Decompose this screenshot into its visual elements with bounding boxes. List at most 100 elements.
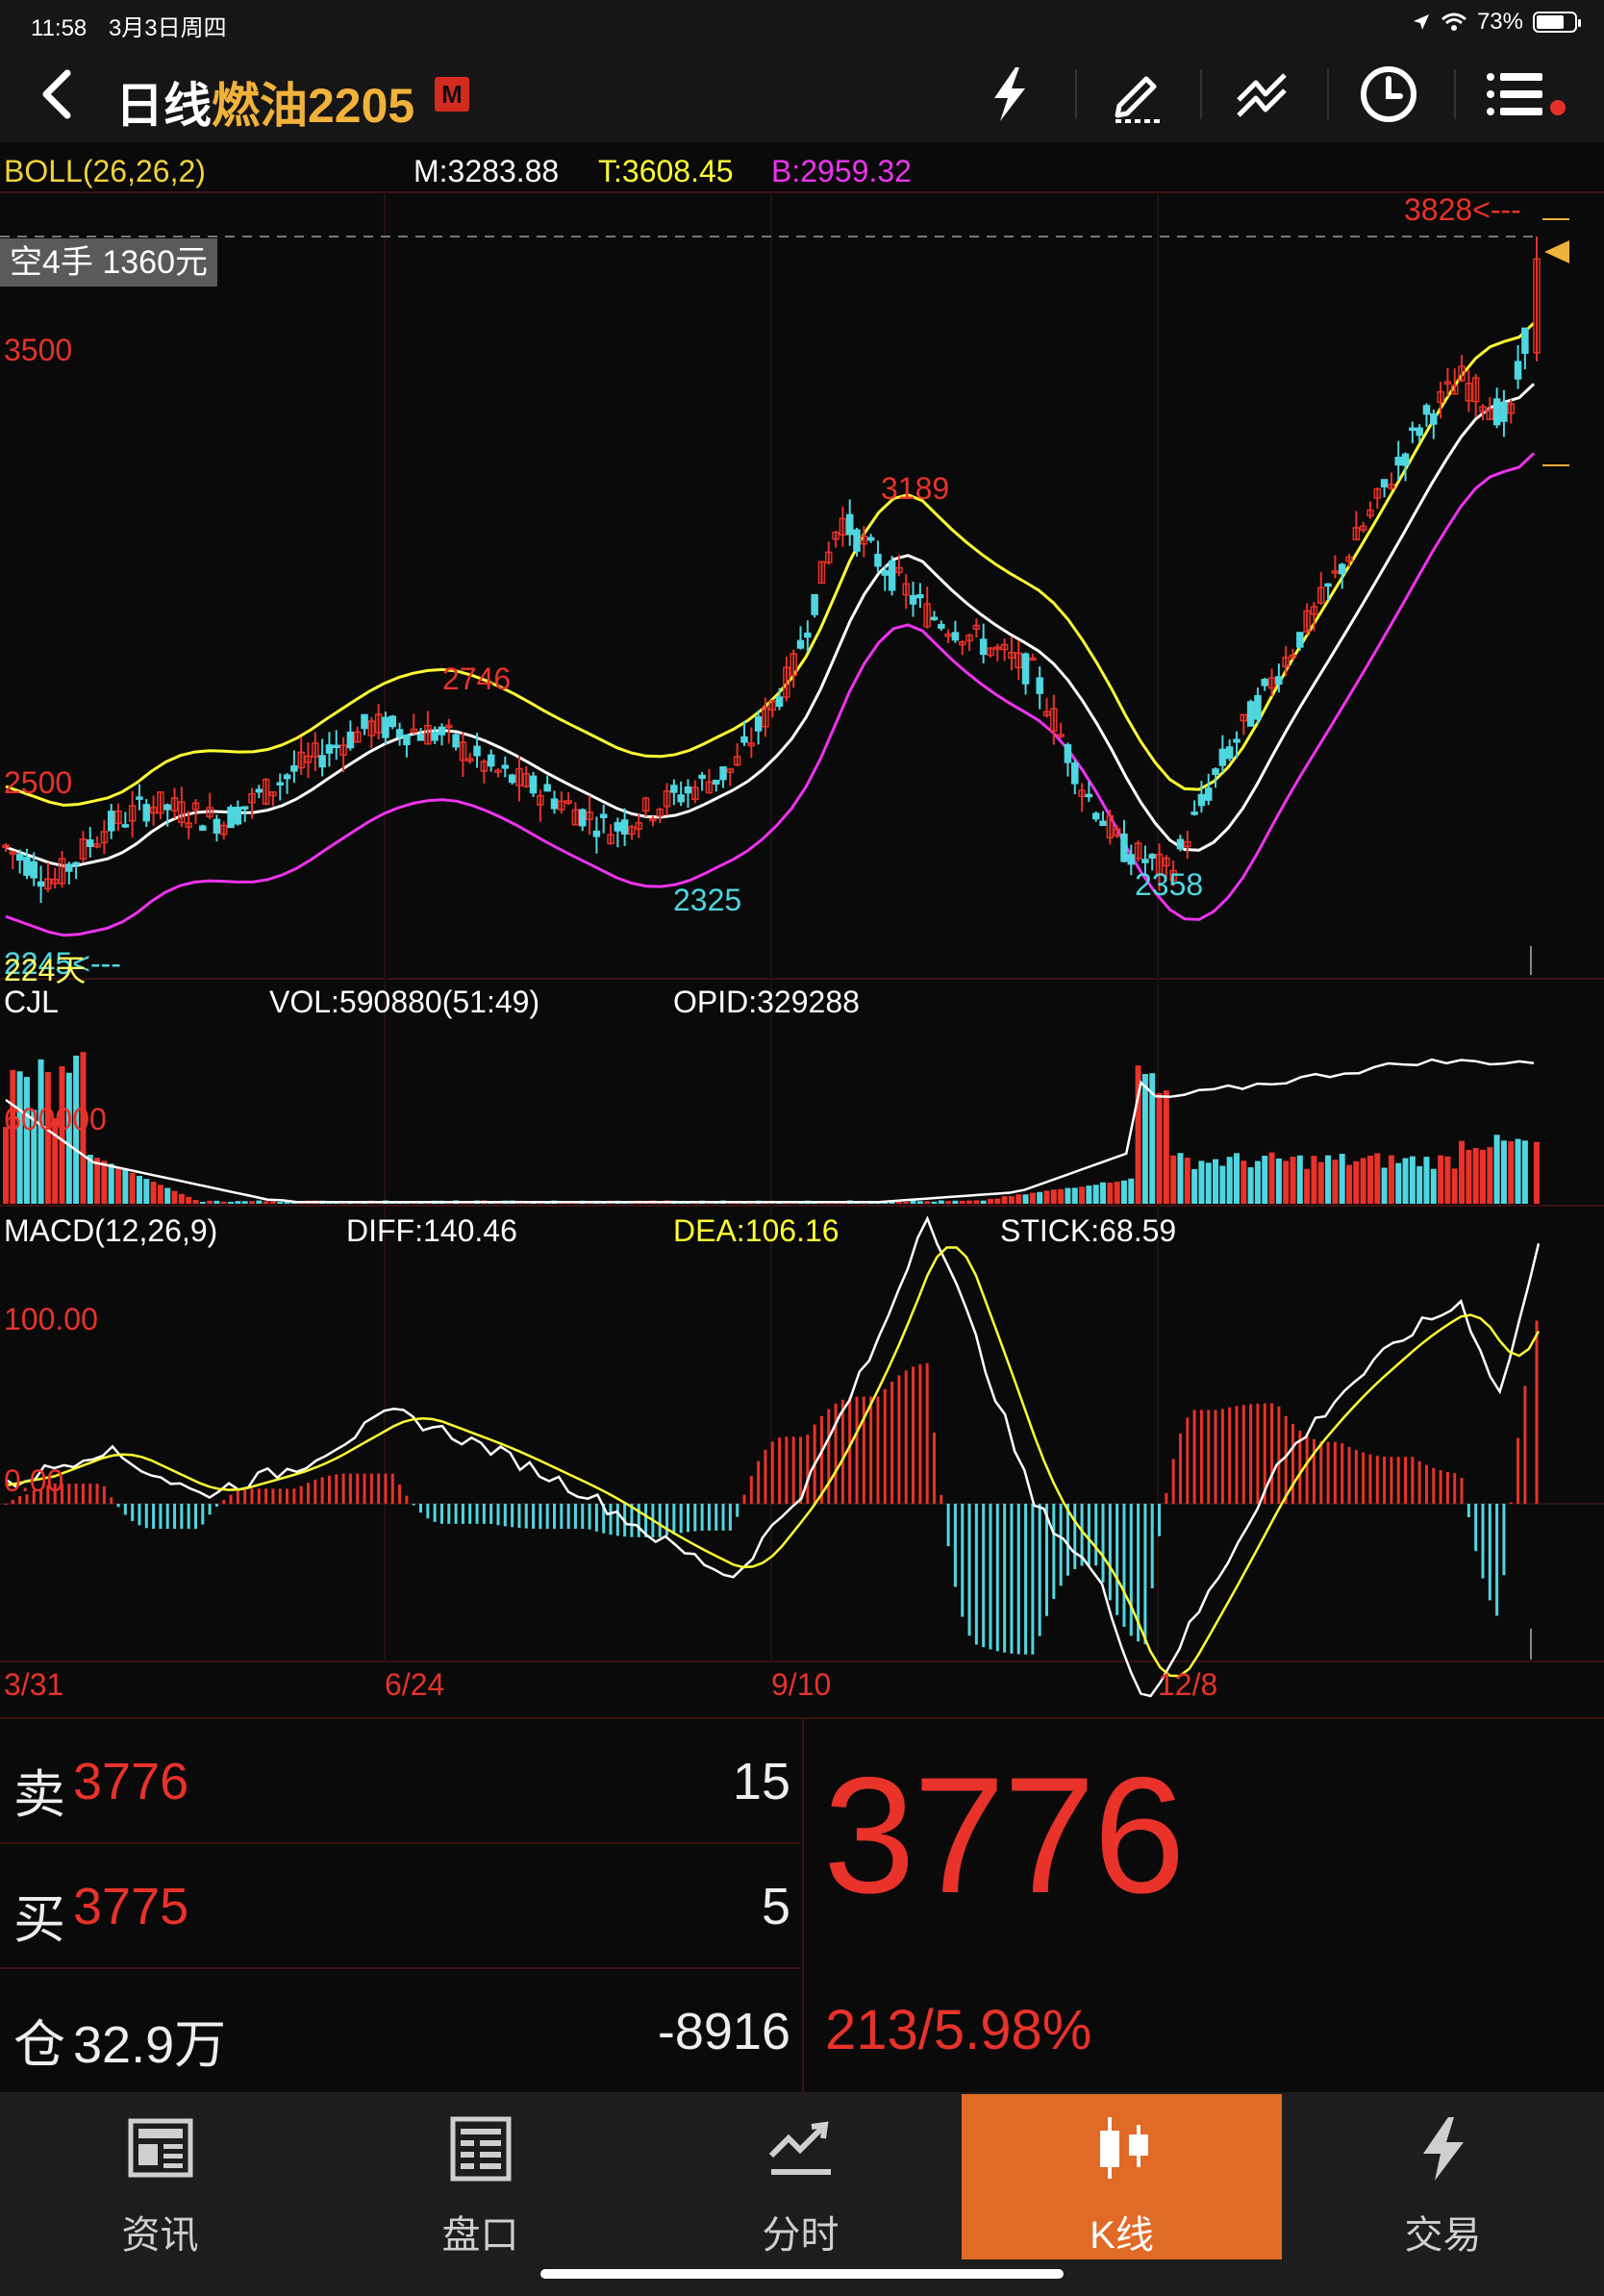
kline-chart[interactable] [0,0,1604,1717]
macd-stick [1453,1473,1457,1504]
macd-stick [1003,1504,1007,1653]
home-indicator[interactable] [540,2269,1064,2279]
orderbook-icon [450,2116,512,2182]
macd-stick [243,1488,247,1504]
macd-stick [390,1473,394,1504]
volume-bar [931,1201,938,1204]
macd-stick [637,1504,640,1537]
candle-body [325,744,334,754]
volume-bar [192,1200,199,1204]
macd-stick [110,1497,113,1504]
macd-stick [1326,1441,1330,1504]
volume-bar [171,1190,178,1204]
macd-stick [1010,1504,1014,1654]
volume-bar [1444,1156,1451,1204]
macd-stick [876,1396,880,1504]
macd-stick [918,1363,922,1504]
candle-body [1394,457,1402,466]
macd-stick [454,1504,458,1524]
volume-bar [1515,1138,1521,1204]
macd-stick [11,1500,14,1504]
macd-stick [461,1504,464,1524]
volume-bar [1015,1194,1022,1204]
macd-stick [517,1504,521,1529]
macd-stick [1404,1457,1408,1504]
macd-stick [201,1504,205,1525]
macd-stick [1143,1504,1147,1645]
volume-bar [44,1072,51,1204]
volume-bar [1325,1155,1332,1204]
candle-body [550,798,559,810]
candle-body [1036,677,1043,694]
volume-bar [1268,1152,1275,1204]
position-tag[interactable]: 空4手 1360元 [0,238,217,287]
volume-bar [924,1201,931,1204]
macd-stick [1502,1504,1506,1576]
macd-stick-value: STICK:68.59 [1000,1213,1177,1248]
bid-volume: 5 [761,1878,790,1935]
macd-stick [693,1504,697,1532]
tab-news[interactable]: 资讯 [0,2094,320,2259]
macd-stick [187,1504,190,1530]
macd-stick [1516,1437,1520,1504]
macd-stick [1249,1404,1253,1504]
candle-body [1380,479,1389,487]
tab-orderbook[interactable]: 盘口 [320,2094,640,2259]
candle-body [290,764,298,772]
candle-body [804,632,812,638]
macd-stick [982,1504,986,1648]
ask-row[interactable]: 卖 3776 15 [0,1719,800,1844]
tab-kline[interactable]: K线 [962,2094,1282,2259]
tab-trade[interactable]: 交易 [1283,2094,1603,2259]
volume-bar [178,1193,185,1204]
high-marker-label: 3828<--- [1404,192,1521,227]
volume-bar [1107,1183,1114,1204]
macd-label[interactable]: MACD(12,26,9) [4,1213,217,1249]
oi-label: 仓 [13,2016,65,2074]
macd-stick [869,1396,873,1504]
volume-bar [186,1196,192,1204]
candle-body [37,881,45,887]
candle-body [1085,793,1093,798]
macd-stick [1122,1504,1126,1628]
macd-stick [1305,1435,1309,1504]
volume-bar [1423,1157,1430,1204]
volume-bar [1430,1168,1437,1204]
candle-body [276,782,285,786]
macd-stick [159,1504,163,1530]
volume-bar [895,1202,902,1204]
macd-stick [806,1435,810,1504]
bid-row[interactable]: 买 3775 5 [0,1844,800,1969]
macd-stick [489,1504,493,1524]
low-label: 2325 [673,883,742,917]
candle-body [1091,812,1100,820]
macd-stick [1241,1405,1245,1504]
candle-body [684,786,692,794]
volume-bar [903,1201,910,1204]
volume-bar [1191,1168,1198,1204]
macd-stick [883,1388,887,1504]
macd-stick [609,1504,613,1535]
macd-stick [1341,1443,1344,1504]
macd-stick [1411,1457,1415,1504]
cjl-label[interactable]: CJL [4,985,59,1020]
candle-body [881,569,890,576]
boll-label[interactable]: BOLL(26,26,2) [4,154,206,189]
macd-stick [1038,1504,1041,1636]
volume-bar [1500,1140,1507,1204]
macd-stick [102,1485,106,1504]
macd-stick [426,1504,430,1519]
candle-body [1338,563,1346,575]
volume-bar [916,1201,923,1204]
macd-stick [144,1504,148,1529]
macd-stick [511,1504,514,1528]
tab-intraday[interactable]: 分时 [640,2094,961,2259]
volume-bar [1001,1196,1008,1204]
candle-body [346,731,355,749]
boll-top-value: T:3608.45 [598,154,734,188]
macd-stick [320,1477,324,1504]
macd-stick [468,1504,472,1524]
volume-bar [1534,1141,1540,1204]
macd-stick [840,1399,844,1504]
volume-bar [1395,1162,1402,1204]
